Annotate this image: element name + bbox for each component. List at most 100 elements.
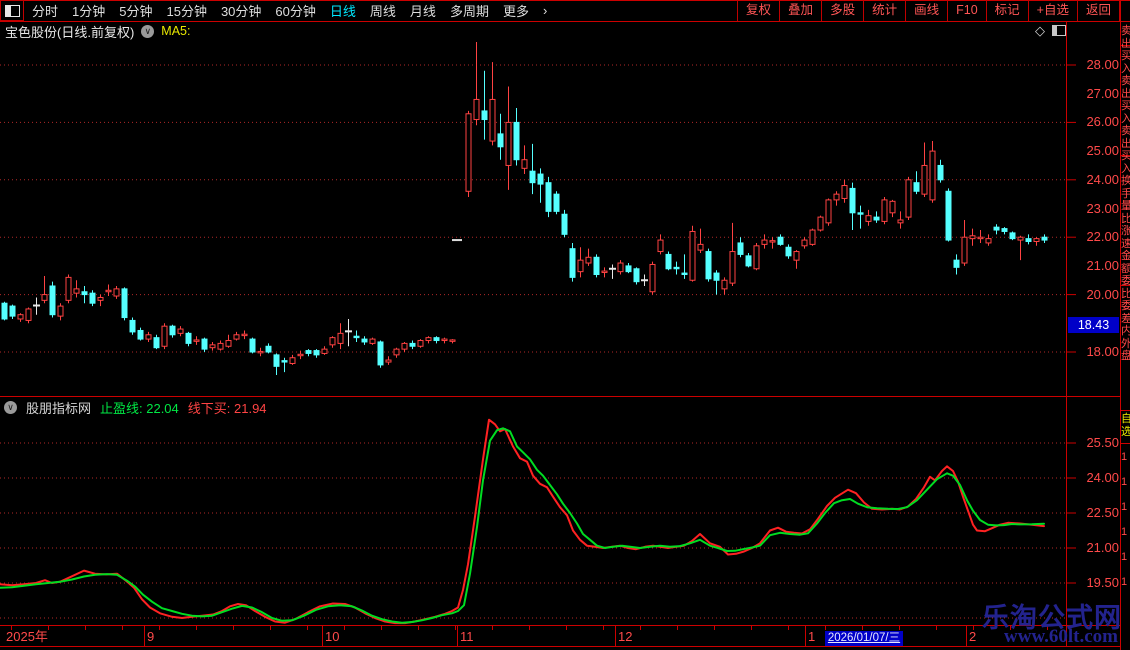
date-tick-label: 2	[969, 629, 977, 644]
chart-canvas[interactable]	[0, 0, 1130, 650]
clipped-number: 1	[1121, 451, 1128, 463]
price-tick-label: 28.00	[1086, 57, 1119, 72]
clipped-number: 1	[1121, 501, 1128, 513]
period-tab-日线[interactable]: 日线	[330, 1, 356, 20]
period-tab-周线[interactable]: 周线	[370, 1, 396, 20]
indicator-tick-label: 19.50	[1086, 574, 1119, 590]
clipped-text: 量	[1121, 200, 1130, 212]
price-tick-label: 24.00	[1086, 171, 1119, 187]
period-tab-1分钟[interactable]: 1分钟	[72, 1, 105, 20]
toolbar-button-画线[interactable]: 画线	[905, 0, 947, 21]
price-tick-label: 25.00	[1086, 143, 1119, 159]
period-tab-月线[interactable]: 月线	[410, 1, 436, 20]
clipped-text: 委	[1121, 275, 1130, 287]
price-tick-label: 20.00	[1086, 286, 1119, 302]
clipped-text: 外	[1121, 337, 1130, 350]
clipped-number: 1	[1121, 476, 1128, 488]
chevron-down-circle-icon[interactable]: ∨	[141, 24, 155, 38]
clipped-text: 卖	[1121, 75, 1130, 87]
toolbar-button-叠加[interactable]: 叠加	[779, 0, 821, 21]
date-tick-label: 11	[460, 629, 474, 644]
price-tick-label: 18.00	[1086, 344, 1119, 359]
toolbar-button-统计[interactable]: 统计	[863, 0, 905, 21]
trading-app-window: 分时 1分钟 5分钟 15分钟 30分钟 60分钟 日线 周线 月线 多周期 更多 › 复权 叠加 多股统…	[0, 0, 1130, 650]
date-tick-label: 10	[325, 629, 340, 644]
clipped-text: 买	[1121, 150, 1130, 162]
indicator-tick-label: 21.00	[1086, 539, 1119, 555]
watermark-url: www.60lt.com	[1004, 626, 1118, 647]
title-right-icons: ◇	[1035, 24, 1066, 37]
chevron-down-circle-icon[interactable]: ∨	[4, 401, 17, 414]
clipped-number: 1	[1121, 551, 1128, 563]
clipped-text: 速	[1121, 237, 1130, 250]
period-tab-分时[interactable]: 分时	[32, 1, 58, 20]
indicator-header: ∨ 股朋指标网 止盈线: 22.04 线下买: 21.94	[4, 399, 267, 416]
period-tab-15分钟[interactable]: 15分钟	[166, 1, 206, 20]
window-split-glyph	[4, 4, 20, 17]
clipped-side-panel: 卖出买入卖出买入卖出买入换手量比涨速金额委比委差内外盘自选111111	[1121, 22, 1130, 650]
indicator-name: 股朋指标网	[26, 401, 92, 416]
price-tick-label: 23.00	[1086, 200, 1119, 216]
toolbar-button-+自选[interactable]: +自选	[1027, 0, 1077, 21]
price-tick-label: 22.00	[1086, 229, 1119, 245]
clipped-text: 入	[1121, 62, 1130, 75]
indicator-tick-label: 24.00	[1086, 469, 1119, 485]
clipped-text: 换	[1121, 175, 1130, 187]
clipped-text: 卖	[1121, 125, 1130, 137]
clipped-text: 委	[1121, 300, 1130, 312]
clipped-text: 差	[1121, 312, 1130, 325]
toolbar-button-复权[interactable]: 复权	[737, 0, 779, 21]
period-tabs: 分时 1分钟 5分钟 15分钟 30分钟 60分钟 日线 周线 月线 多周期 更多 ›	[32, 0, 547, 21]
indicator-value-label-0: 止盈线: 22.04	[100, 401, 179, 416]
clipped-text: 金	[1121, 250, 1130, 262]
toolbar-button-多股[interactable]: 多股	[821, 0, 863, 21]
diamond-icon[interactable]: ◇	[1035, 24, 1045, 37]
toolbar-right-buttons: 复权 叠加 多股 统计 画线 F10 标记 +自选 返回	[737, 0, 1120, 21]
price-tick-label: 26.00	[1086, 114, 1119, 130]
period-tab-更多[interactable]: 更多	[503, 1, 529, 20]
clipped-number: 1	[1121, 526, 1128, 538]
clipped-text: 入	[1121, 112, 1130, 125]
clipped-text: 比	[1121, 287, 1130, 300]
date-tick-label: 9	[147, 629, 155, 644]
clipped-text: 涨	[1121, 225, 1130, 237]
date-tick-label: 1	[808, 629, 816, 644]
chart-title-row: 宝色股份(日线.前复权) ∨ MA5:	[5, 23, 191, 40]
clipped-text: 盘	[1121, 350, 1130, 362]
toolbar-button-标记[interactable]: 标记	[985, 0, 1028, 21]
clipped-text: 买	[1121, 100, 1130, 112]
clipped-text: 比	[1121, 212, 1130, 225]
clipped-text: 出	[1121, 87, 1130, 100]
clipped-text: 内	[1121, 325, 1130, 337]
clipped-text: 出	[1121, 37, 1130, 50]
period-tab-60分钟[interactable]: 60分钟	[275, 1, 315, 20]
toolbar-button-返回[interactable]: 返回	[1076, 0, 1120, 21]
indicator-tick-label: 25.50	[1086, 435, 1119, 450]
clipped-text: 选	[1121, 426, 1130, 438]
price-highlight-badge: 18.43	[1068, 317, 1119, 333]
period-tab-5分钟[interactable]: 5分钟	[119, 1, 152, 20]
date-highlight-badge: 2026/01/07/三	[825, 631, 903, 646]
toolbar-button-F10[interactable]: F10	[947, 0, 986, 21]
clipped-text: 卖	[1121, 25, 1130, 37]
price-tick-label: 27.00	[1086, 85, 1119, 101]
clipped-text: 自	[1121, 413, 1130, 425]
indicator-value-label-1: 线下买: 21.94	[187, 401, 267, 416]
indicator-line-止盈线	[0, 427, 1045, 624]
date-tick-label: 2025年	[6, 629, 48, 644]
indicator-tick-label: 22.50	[1086, 504, 1119, 520]
period-tab-30分钟[interactable]: 30分钟	[221, 1, 261, 20]
symbol-title: 宝色股份(日线.前复权)	[5, 24, 135, 40]
split-window-icon[interactable]	[0, 0, 24, 21]
window-icon[interactable]	[1052, 25, 1066, 36]
clipped-text: 手	[1121, 187, 1130, 200]
ma5-label: MA5:	[161, 24, 191, 38]
date-tick-label: 12	[618, 629, 633, 644]
clipped-number: 1	[1121, 576, 1128, 588]
price-tick-label: 21.00	[1086, 257, 1119, 273]
period-tab-多周期[interactable]: 多周期	[450, 1, 489, 20]
more-arrow-icon: ›	[542, 3, 548, 18]
clipped-text: 入	[1121, 162, 1130, 175]
clipped-text: 买	[1121, 50, 1130, 62]
clipped-text: 额	[1121, 262, 1130, 275]
